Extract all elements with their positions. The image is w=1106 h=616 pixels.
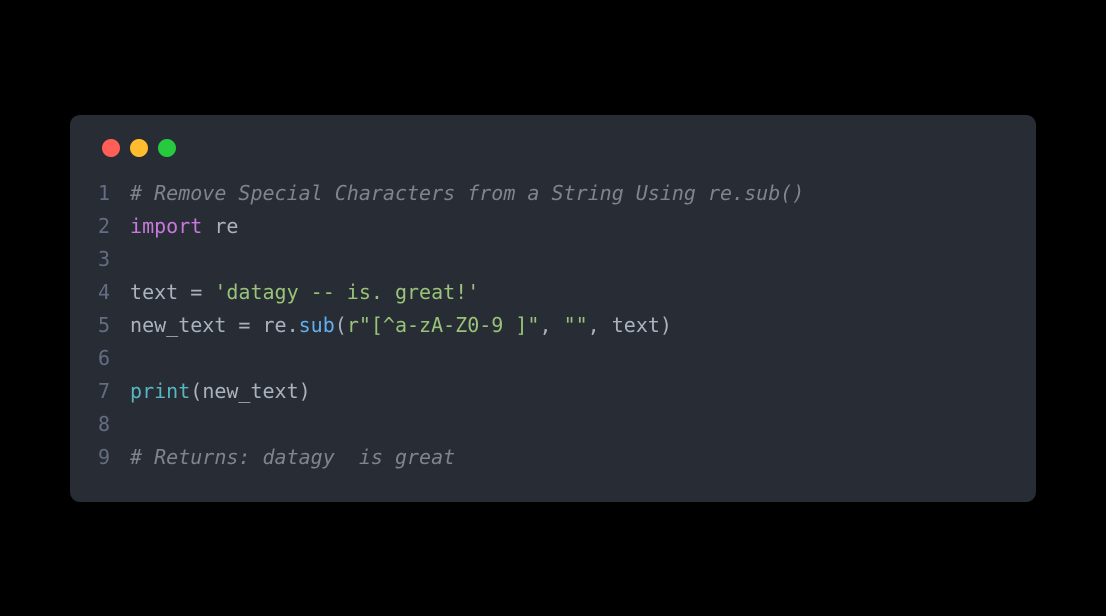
code-paren-close: ) xyxy=(660,313,672,337)
code-comment: # Returns: datagy is great xyxy=(130,445,455,469)
code-object: re xyxy=(263,313,287,337)
line-number: 8 xyxy=(98,412,110,436)
code-variable: text xyxy=(612,313,660,337)
line-number-gutter: 1 2 3 4 5 6 7 8 9 xyxy=(98,177,130,474)
minimize-icon[interactable] xyxy=(130,139,148,157)
line-number: 4 xyxy=(98,280,110,304)
line-number: 7 xyxy=(98,379,110,403)
code-paren-open: ( xyxy=(190,379,202,403)
code-string: "" xyxy=(564,313,588,337)
code-content[interactable]: # Remove Special Characters from a Strin… xyxy=(130,177,804,474)
line-number: 2 xyxy=(98,214,110,238)
code-keyword: import xyxy=(130,214,202,238)
code-module: re xyxy=(202,214,238,238)
code-comma: , xyxy=(539,313,563,337)
code-variable: new_text xyxy=(202,379,298,403)
code-variable: text xyxy=(130,280,178,304)
code-dot: . xyxy=(287,313,299,337)
line-number: 3 xyxy=(98,247,110,271)
traffic-lights xyxy=(102,139,1008,157)
code-window: 1 2 3 4 5 6 7 8 9 # Remove Special Chara… xyxy=(70,115,1036,502)
line-number: 6 xyxy=(98,346,110,370)
code-operator: = xyxy=(178,280,214,304)
code-paren-close: ) xyxy=(299,379,311,403)
code-string: 'datagy -- is. great!' xyxy=(214,280,479,304)
code-function: sub xyxy=(299,313,335,337)
close-icon[interactable] xyxy=(102,139,120,157)
line-number: 1 xyxy=(98,181,110,205)
code-builtin: print xyxy=(130,379,190,403)
code-comma: , xyxy=(588,313,612,337)
line-number: 5 xyxy=(98,313,110,337)
code-paren-open: ( xyxy=(335,313,347,337)
code-string: r"[^a-zA-Z0-9 ]" xyxy=(347,313,540,337)
code-area: 1 2 3 4 5 6 7 8 9 # Remove Special Chara… xyxy=(98,177,1008,474)
maximize-icon[interactable] xyxy=(158,139,176,157)
line-number: 9 xyxy=(98,445,110,469)
code-comment: # Remove Special Characters from a Strin… xyxy=(130,181,804,205)
code-operator: = xyxy=(226,313,262,337)
code-variable: new_text xyxy=(130,313,226,337)
